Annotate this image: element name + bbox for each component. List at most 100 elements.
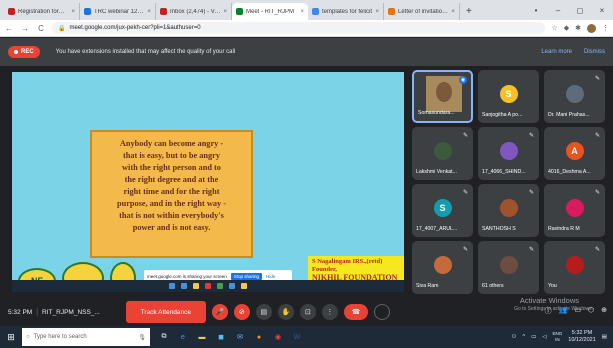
- tab-close-icon[interactable]: ×: [375, 9, 379, 15]
- dismiss-link[interactable]: Dismiss: [584, 49, 605, 55]
- back-icon[interactable]: ←: [4, 24, 14, 33]
- tab-title: Registration form for: [18, 8, 69, 15]
- app-icon: [205, 283, 211, 289]
- tab-title: Meet - RIT_RJPM: [246, 8, 295, 15]
- popup-text: meet.google.com is sharing your screen: [147, 273, 227, 279]
- tab-close-icon[interactable]: ×: [223, 9, 227, 15]
- people-icon[interactable]: 👥: [559, 306, 568, 316]
- chat-icon[interactable]: ▭: [574, 306, 581, 316]
- menu-kebab-icon[interactable]: ⋮: [602, 24, 609, 32]
- reload-icon[interactable]: C: [36, 24, 46, 33]
- profile-dot-icon[interactable]: •: [525, 6, 547, 15]
- present-icon[interactable]: ⊡: [299, 304, 316, 320]
- participant-tile[interactable]: ✎ Dr. Mani Prahas...: [544, 70, 605, 123]
- browser-tab[interactable]: TRC webinar 12.10.20×: [80, 3, 156, 20]
- quote-line: power and is not easy.: [132, 223, 211, 232]
- shared-screen: Anybody can become angry - that is easy, …: [12, 72, 404, 292]
- tab-close-icon[interactable]: ×: [147, 9, 151, 15]
- participant-tile[interactable]: ✎ Siva Ram: [412, 241, 473, 294]
- system-tray: ⚇ ^ ▭ ◁ ENG IN 5:32 PM 10/12/2021 ▤: [512, 326, 607, 348]
- windows-icon: [169, 283, 175, 289]
- track-attendance-button[interactable]: Track Attendance: [125, 301, 206, 323]
- bookmark-star-icon[interactable]: ☆: [551, 24, 557, 32]
- signature-name: S Nagalingam IRS.,(retd): [312, 258, 383, 265]
- participant-video: [426, 76, 462, 112]
- participant-tile[interactable]: ◉ Somasundara...: [412, 70, 473, 123]
- store-icon[interactable]: ◼: [215, 331, 227, 343]
- file-explorer-icon[interactable]: ▬: [196, 331, 208, 343]
- volume-icon[interactable]: ◁: [542, 334, 546, 340]
- task-view-icon[interactable]: ⧉: [158, 331, 170, 343]
- notification-icon[interactable]: ▤: [602, 334, 607, 340]
- profile-avatar[interactable]: [587, 23, 596, 33]
- quote-line: the right degree and at the: [124, 175, 219, 184]
- participant-tile[interactable]: A ✎ 4016_Deshma A...: [544, 127, 605, 180]
- firefox-icon[interactable]: ●: [253, 331, 265, 343]
- meeting-side-controls: ⓘ 👥 ▭ ⬡ ⊕: [545, 306, 607, 316]
- new-tab-button[interactable]: +: [460, 3, 478, 20]
- start-windows-icon[interactable]: ⊞: [0, 332, 22, 343]
- learn-more-link[interactable]: Learn more: [541, 49, 572, 55]
- clock[interactable]: 5:32 PM 10/12/2021: [568, 330, 596, 344]
- tab-close-icon[interactable]: ×: [451, 9, 455, 15]
- chrome-icon[interactable]: ◉: [272, 331, 284, 343]
- hide-popup-link[interactable]: Hide: [266, 274, 275, 279]
- mic-muted-icon: ✎: [462, 190, 468, 196]
- camera-off-icon[interactable]: ⊘: [233, 304, 250, 320]
- circle-icon[interactable]: [373, 304, 390, 320]
- quote-line: Anybody can become angry -: [119, 139, 224, 148]
- search-icon: [181, 283, 187, 289]
- forward-icon[interactable]: →: [20, 24, 30, 33]
- record-dot-icon: [14, 50, 18, 54]
- participant-tile[interactable]: S Sanjogitha A po...: [478, 70, 539, 123]
- close-window-icon[interactable]: ×: [591, 6, 613, 15]
- more-options-icon[interactable]: ⋮: [321, 304, 338, 320]
- shield-icon[interactable]: ⊕: [601, 306, 607, 316]
- url-input[interactable]: 🔒 meet.google.com/jux-pekh-cer?pli=1&aut…: [52, 22, 546, 34]
- chevron-up-icon[interactable]: ^: [522, 334, 525, 340]
- stop-sharing-button[interactable]: Stop sharing: [230, 272, 263, 280]
- taskbar-search-input[interactable]: ○ Type here to search 🎙: [22, 328, 150, 346]
- browser-tab[interactable]: templates for felicit ×: [308, 3, 384, 20]
- extensions-area: ☆ ◆ ✱ ⋮: [551, 23, 609, 33]
- browser-tab[interactable]: Inbox (2,474) - Veluc ×: [156, 3, 232, 20]
- minimize-icon[interactable]: –: [547, 6, 569, 15]
- participant-tile[interactable]: ✎ SANTHOSH S: [478, 184, 539, 237]
- tab-close-icon[interactable]: ×: [300, 9, 304, 15]
- participant-avatar: S: [433, 199, 452, 217]
- browser-tab[interactable]: Registration form for ×: [4, 3, 80, 20]
- maximize-icon[interactable]: ◻: [569, 6, 591, 15]
- participant-tile[interactable]: ✎ 61 others: [478, 241, 539, 294]
- captions-icon[interactable]: ▤: [255, 304, 272, 320]
- info-icon[interactable]: ⓘ: [545, 306, 552, 316]
- mic-muted-icon: ✎: [462, 247, 468, 253]
- clock-date: 10/12/2021: [568, 337, 596, 343]
- participant-tile[interactable]: S ✎ 17_4007_ARUL...: [412, 184, 473, 237]
- face-shape: [436, 82, 452, 102]
- participant-tile[interactable]: ✎ Lakshmi Venkat...: [412, 127, 473, 180]
- end-call-icon[interactable]: ☎: [343, 304, 368, 320]
- language-indicator[interactable]: ENG IN: [553, 331, 563, 343]
- network-icon[interactable]: ▭: [531, 334, 536, 340]
- tab-close-icon[interactable]: ×: [71, 9, 75, 15]
- puzzle-icon[interactable]: ✱: [575, 24, 581, 32]
- mail-icon[interactable]: ✉: [234, 331, 246, 343]
- browser-tab[interactable]: Meet - RIT_RJPM ×: [232, 3, 308, 20]
- people-tray-icon[interactable]: ⚇: [512, 334, 517, 340]
- participant-tile[interactable]: ✎ Ravindra R M: [544, 184, 605, 237]
- extension-icon[interactable]: ◆: [564, 24, 569, 32]
- participant-tile[interactable]: ✎ You: [544, 241, 605, 294]
- word-icon[interactable]: W: [291, 331, 303, 343]
- browser-tab[interactable]: Letter of invitation fo ×: [384, 3, 460, 20]
- edge-icon[interactable]: e: [177, 331, 189, 343]
- raise-hand-icon[interactable]: ✋: [277, 304, 294, 320]
- tab-favicon-icon: [8, 8, 15, 15]
- browser-tab-strip: Registration form for×TRC webinar 12.10.…: [0, 0, 613, 20]
- participant-tile[interactable]: ✎ 17_4066_SHIND...: [478, 127, 539, 180]
- meeting-code: RIT_RJPM_NSS_...: [42, 308, 100, 316]
- mic-off-icon[interactable]: 🎤: [211, 304, 228, 320]
- activities-icon[interactable]: ⬡: [588, 306, 594, 316]
- pinned-apps: ⧉ e ▬ ◼ ✉ ● ◉ W: [158, 331, 303, 343]
- address-bar: ← → C 🔒 meet.google.com/jux-pekh-cer?pli…: [0, 20, 613, 37]
- participant-name: Lakshmi Venkat...: [416, 169, 457, 175]
